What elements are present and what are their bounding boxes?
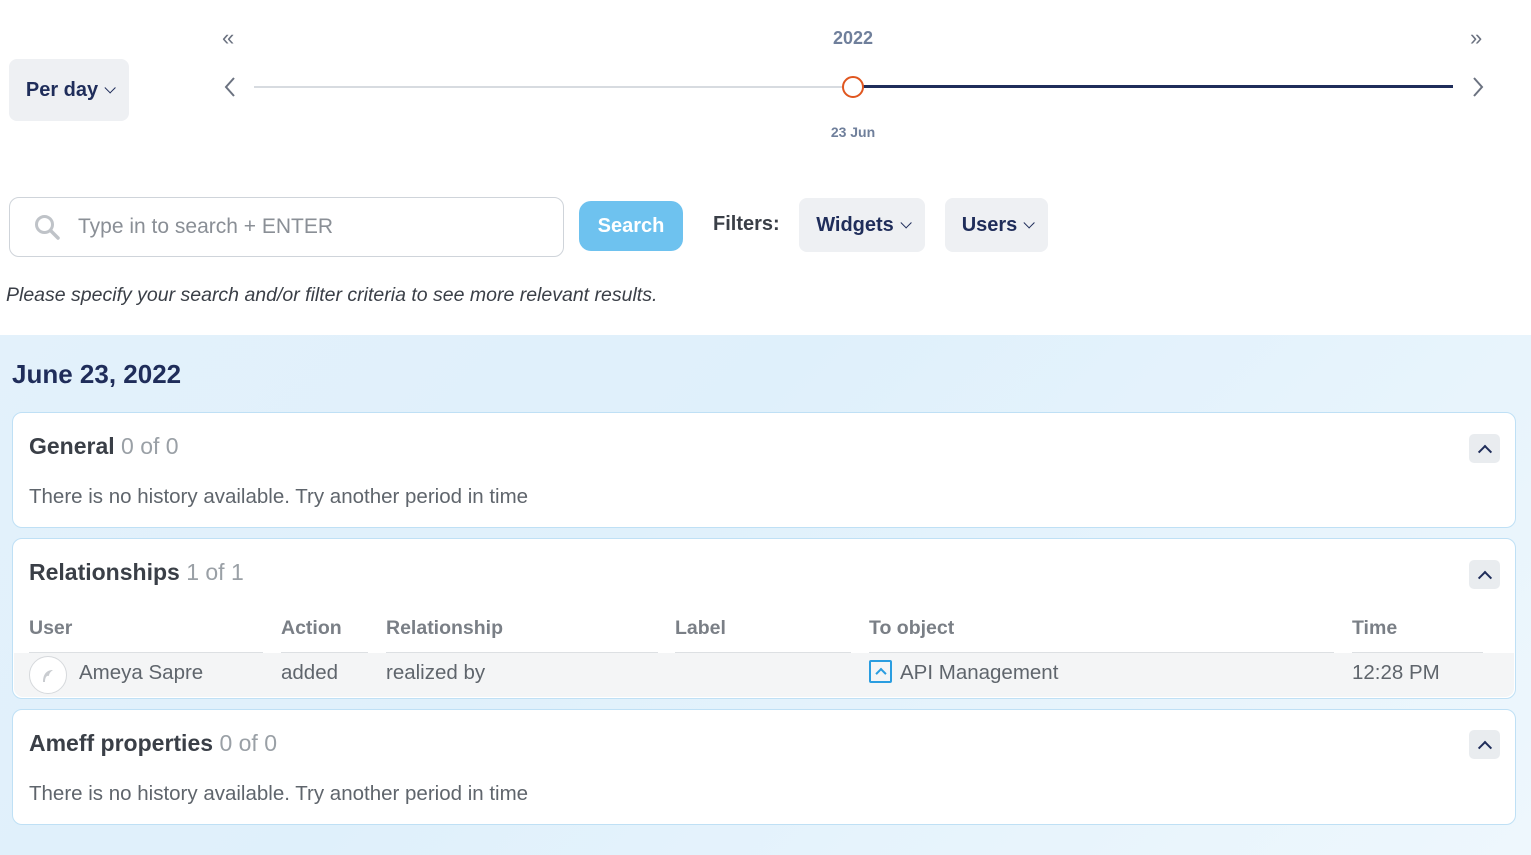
collapse-general-button[interactable]: [1469, 434, 1500, 463]
general-section: General 0 of 0 There is no history avail…: [12, 412, 1516, 528]
cell-action: added: [281, 661, 339, 684]
column-header-user[interactable]: User: [29, 617, 263, 655]
search-input[interactable]: [78, 215, 518, 239]
relationships-section-header: Relationships 1 of 1: [29, 559, 244, 586]
collapse-relationships-button[interactable]: [1469, 560, 1500, 589]
period-dropdown-label: Per day: [25, 78, 99, 101]
ameff-section-header: Ameff properties 0 of 0: [29, 730, 277, 757]
relationships-section: Relationships 1 of 1 User Action Relatio…: [12, 538, 1516, 699]
period-dropdown[interactable]: Per day: [9, 59, 129, 121]
table-row[interactable]: [14, 653, 1514, 697]
search-button[interactable]: Search: [579, 201, 683, 251]
column-header-label[interactable]: Label: [675, 617, 851, 655]
timeline-slider-knob[interactable]: [842, 76, 864, 98]
empty-message: There is no history available. Try anoth…: [29, 485, 529, 508]
section-title: General: [29, 433, 115, 459]
cell-time: 12:28 PM: [1352, 661, 1440, 684]
next-period-button[interactable]: [1470, 75, 1486, 99]
cell-to-object[interactable]: API Management: [900, 661, 1058, 685]
timeline-track-future[interactable]: [853, 85, 1453, 88]
section-title: Ameff properties: [29, 730, 214, 756]
chevron-up-glyph: [874, 667, 887, 679]
widgets-filter-label: Widgets: [816, 213, 894, 236]
widgets-filter-dropdown[interactable]: Widgets: [799, 198, 925, 252]
chevron-down-icon: [1023, 217, 1036, 229]
column-header-to-object[interactable]: To object: [869, 617, 1334, 655]
user-avatar-icon: [29, 656, 67, 694]
timeline-track-past[interactable]: [254, 86, 853, 88]
collapse-ameff-button[interactable]: [1469, 730, 1500, 759]
column-header-relationship[interactable]: Relationship: [386, 617, 658, 655]
section-title: Relationships: [29, 559, 180, 585]
results-panel: June 23, 2022 General 0 of 0 There is no…: [0, 335, 1531, 855]
column-header-time[interactable]: Time: [1352, 617, 1483, 655]
last-period-button[interactable]: »: [1470, 27, 1482, 49]
chevron-up-icon: [1477, 444, 1492, 459]
first-period-button[interactable]: «: [222, 27, 234, 49]
timeline-year: 2022: [832, 28, 874, 48]
users-filter-label: Users: [961, 213, 1018, 236]
search-box[interactable]: [9, 197, 564, 257]
day-title: June 23, 2022: [12, 359, 182, 389]
general-section-header: General 0 of 0: [29, 433, 179, 460]
cell-relationship: realized by: [386, 661, 486, 684]
ameff-properties-section: Ameff properties 0 of 0 There is no hist…: [12, 709, 1516, 825]
section-count: 0 of 0: [121, 433, 179, 459]
column-header-action[interactable]: Action: [281, 617, 368, 655]
chevron-down-icon: [104, 82, 116, 94]
section-count: 0 of 0: [219, 730, 277, 756]
application-component-icon: [869, 660, 892, 683]
chevron-up-icon: [1477, 740, 1492, 755]
cell-user: Ameya Sapre: [79, 661, 204, 684]
chevron-down-icon: [900, 217, 912, 229]
section-count: 1 of 1: [186, 559, 244, 585]
timeline-selected-date: 23 Jun: [830, 124, 876, 140]
search-hint: Please specify your search and/or filter…: [6, 284, 658, 306]
filters-label: Filters:: [713, 213, 780, 235]
chevron-up-icon: [1477, 570, 1492, 585]
search-icon: [34, 214, 60, 240]
users-filter-dropdown[interactable]: Users: [945, 198, 1048, 252]
empty-message: There is no history available. Try anoth…: [29, 782, 529, 805]
prev-period-button[interactable]: [222, 75, 238, 99]
